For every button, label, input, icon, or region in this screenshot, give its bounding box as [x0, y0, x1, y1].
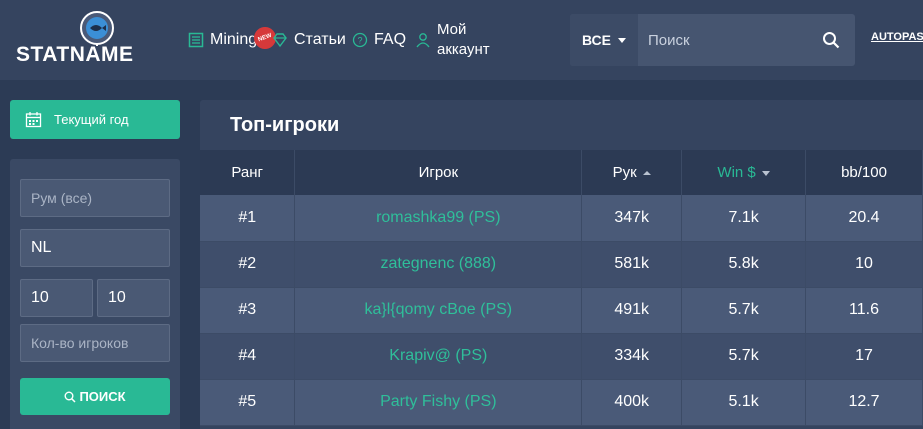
- player-link[interactable]: ka}l{qomy cBoe (PS): [294, 287, 583, 334]
- rank-cell: #4: [200, 333, 296, 380]
- column-bb100-label: bb/100: [841, 164, 887, 181]
- column-win-label: Win $: [717, 164, 756, 181]
- gem-icon: [273, 33, 287, 48]
- hands-cell: 581k: [581, 241, 683, 288]
- column-rank[interactable]: Ранг: [200, 150, 296, 195]
- account-line1: Мой: [437, 21, 467, 38]
- mining-icon: [188, 32, 204, 48]
- column-win[interactable]: Win $: [681, 150, 807, 195]
- bb100-cell: 17: [805, 333, 923, 380]
- win-cell: 5.1k: [681, 379, 807, 426]
- question-circle-icon: ?: [352, 32, 368, 48]
- players-table: Ранг Игрок Рук Win $ bb/100 #1 romashka9…: [200, 150, 923, 426]
- autopast-link[interactable]: AUTOPAST: [871, 31, 923, 43]
- nav-mining[interactable]: Mining NEW: [188, 0, 280, 80]
- table-row: #2 zategnenc (888) 581k 5.8k 10: [200, 241, 923, 288]
- win-cell: 5.7k: [681, 333, 807, 380]
- search-icon[interactable]: [822, 31, 840, 49]
- sort-up-icon: [642, 171, 651, 176]
- search-scope-select[interactable]: ВСЕ: [570, 14, 638, 66]
- bb100-cell: 12.7: [805, 379, 923, 426]
- bb100-cell: 11.6: [805, 287, 923, 334]
- column-hands-label: Рук: [612, 164, 637, 181]
- site-logo[interactable]: STATNAME: [16, 10, 140, 70]
- max-field[interactable]: [97, 279, 170, 317]
- player-link[interactable]: zategnenc (888): [294, 241, 583, 288]
- hands-cell: 400k: [581, 379, 683, 426]
- search-input[interactable]: [648, 14, 818, 66]
- filter-search-label: ПОИСК: [79, 389, 126, 404]
- bb100-cell: 10: [805, 241, 923, 288]
- nav-articles-label: Статьи: [294, 31, 346, 48]
- search-box: ВСЕ: [570, 14, 855, 66]
- page-title: Топ-игроки: [230, 114, 340, 136]
- column-player-label: Игрок: [418, 164, 459, 181]
- nav-mining-label: Mining: [210, 31, 258, 48]
- table-row: #5 Party Fishy (PS) 400k 5.1k 12.7: [200, 379, 923, 426]
- user-icon: [416, 33, 430, 48]
- top-header: STATNAME Mining NEW Статьи ? FAQ Мой акк…: [0, 0, 923, 80]
- win-cell: 5.8k: [681, 241, 807, 288]
- table-row: #4 Krapiv@ (PS) 334k 5.7k 17: [200, 333, 923, 380]
- rank-cell: #3: [200, 287, 296, 334]
- hands-cell: 334k: [581, 333, 683, 380]
- nav-account[interactable]: Мой аккаунт: [415, 0, 490, 80]
- search-icon: [64, 391, 76, 403]
- search-scope-label: ВСЕ: [581, 32, 612, 48]
- nav-faq-label: FAQ: [374, 31, 407, 48]
- rank-cell: #1: [200, 195, 296, 242]
- svg-text:?: ?: [357, 36, 362, 46]
- filter-search-button[interactable]: ПОИСК: [20, 378, 170, 415]
- account-line2: аккаунт: [437, 41, 490, 58]
- top-players-panel: Топ-игроки Ранг Игрок Рук Win $ bb/100 #…: [200, 100, 923, 429]
- current-year-label: Текущий год: [54, 112, 129, 127]
- column-bb100[interactable]: bb/100: [805, 150, 923, 195]
- player-link[interactable]: Party Fishy (PS): [294, 379, 583, 426]
- nav-articles[interactable]: Статьи: [272, 0, 346, 80]
- bb100-cell: 20.4: [805, 195, 923, 242]
- nav-faq[interactable]: ? FAQ: [352, 0, 406, 80]
- hands-cell: 491k: [581, 287, 683, 334]
- nav-account-label: Мой аккаунт: [437, 20, 490, 60]
- table-header-row: Ранг Игрок Рук Win $ bb/100: [200, 150, 923, 195]
- column-rank-label: Ранг: [231, 164, 264, 181]
- player-link[interactable]: Krapiv@ (PS): [294, 333, 583, 380]
- hands-cell: 347k: [581, 195, 683, 242]
- chevron-down-icon: [618, 37, 627, 43]
- filter-panel: ПОИСК: [10, 159, 180, 429]
- rank-cell: #2: [200, 241, 296, 288]
- logo-text: STATNAME: [16, 43, 134, 66]
- win-cell: 7.1k: [681, 195, 807, 242]
- limit-field[interactable]: [20, 229, 170, 267]
- min-field[interactable]: [20, 279, 93, 317]
- column-hands[interactable]: Рук: [581, 150, 683, 195]
- current-year-button[interactable]: Текущий год: [10, 100, 180, 139]
- sort-down-icon: [761, 170, 770, 176]
- room-field[interactable]: [20, 179, 170, 217]
- player-link[interactable]: romashka99 (PS): [294, 195, 583, 242]
- win-cell: 5.7k: [681, 287, 807, 334]
- rank-cell: #5: [200, 379, 296, 426]
- table-row: #3 ka}l{qomy cBoe (PS) 491k 5.7k 11.6: [200, 287, 923, 334]
- logo-fish-icon: [80, 11, 114, 46]
- column-player[interactable]: Игрок: [294, 150, 583, 195]
- calendar-icon: [25, 112, 42, 128]
- table-row: #1 romashka99 (PS) 347k 7.1k 20.4: [200, 195, 923, 242]
- players-count-field[interactable]: [20, 324, 170, 362]
